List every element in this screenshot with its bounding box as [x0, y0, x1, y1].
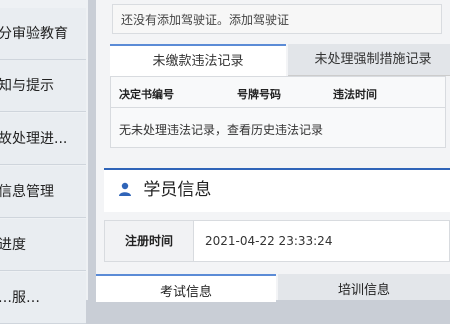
sidebar-item-info-management[interactable]: 信息管理 — [0, 166, 86, 218]
sidebar-item-review-education[interactable]: 分审验教育 — [0, 8, 86, 60]
main-content: 还没有添加驾驶证。添加驾驶证 未缴款违法记录 未处理强制措施记录 决定书编号 号… — [96, 0, 450, 302]
table-header: 决定书编号 号牌号码 违法时间 — [111, 77, 445, 108]
sidebar-item-service[interactable]: …服… — [0, 272, 86, 324]
registration-label: 注册时间 — [105, 221, 194, 261]
column-header: 决定书编号 — [119, 88, 174, 101]
user-icon — [118, 171, 132, 196]
violation-tabs: 未缴款违法记录 未处理强制措施记录 — [110, 44, 450, 76]
registration-value: 2021-04-22 23:33:24 — [205, 234, 333, 248]
sidebar-item-label: …服… — [0, 290, 40, 306]
tab-exam-info[interactable]: 考试信息 — [96, 274, 276, 302]
column-header: 违法时间 — [333, 88, 377, 101]
tab-enforcement-records[interactable]: 未处理强制措施记录 — [288, 44, 450, 76]
sidebar-item-notices[interactable]: 知与提示 — [0, 60, 86, 112]
section-title: 学员信息 — [143, 180, 212, 200]
empty-message[interactable]: 无未处理违法记录，查看历史违法记录 — [119, 121, 323, 138]
sidebar-item-progress[interactable]: 进度 — [0, 219, 86, 271]
student-tabs: 考试信息 培训信息 — [96, 274, 450, 302]
registration-row: 注册时间 2021-04-22 23:33:24 — [104, 220, 450, 262]
sidebar-item-label: 知与提示 — [0, 78, 54, 94]
column-header: 号牌号码 — [237, 88, 281, 101]
violation-table: 决定书编号 号牌号码 违法时间 无未处理违法记录，查看历史违法记录 — [110, 76, 446, 148]
sidebar-item-label: 进度 — [0, 237, 26, 253]
license-status[interactable]: 还没有添加驾驶证。添加驾驶证 — [112, 4, 442, 34]
student-info-header: 学员信息 — [104, 168, 450, 212]
sidebar-item-label: 信息管理 — [0, 184, 54, 200]
tab-training-info[interactable]: 培训信息 — [278, 274, 450, 300]
sidebar: 分审验教育 知与提示 故处理进... 信息管理 进度 …服… — [0, 0, 88, 324]
license-status-text: 还没有添加驾驶证。添加驾驶证 — [121, 13, 290, 27]
sidebar-item-label: 分审验教育 — [0, 26, 68, 42]
sidebar-item-label: 故处理进... — [0, 131, 68, 147]
tab-unpaid-violations[interactable]: 未缴款违法记录 — [110, 44, 286, 76]
sidebar-item-accident-progress[interactable]: 故处理进... — [0, 113, 86, 165]
